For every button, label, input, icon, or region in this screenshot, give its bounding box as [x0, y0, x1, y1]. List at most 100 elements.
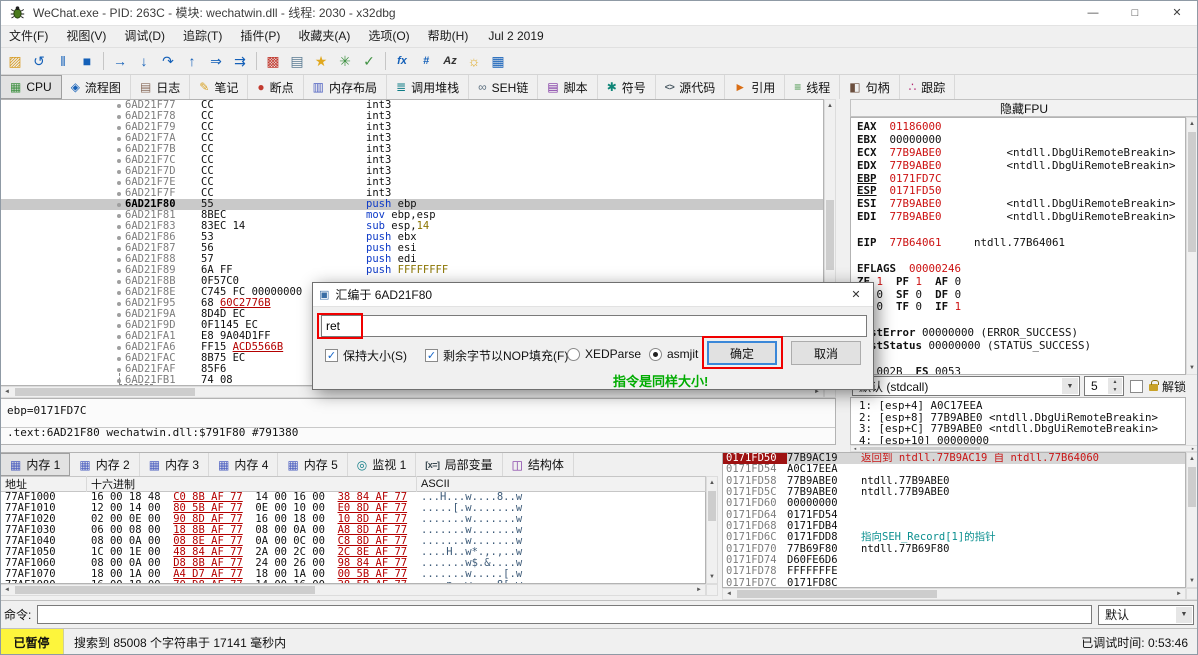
scroll-left-icon[interactable]: ◄ [1, 387, 13, 397]
scrollbar-track[interactable] [707, 489, 717, 571]
scrollbar-thumb[interactable] [1188, 132, 1196, 252]
scrollbar-thumb[interactable] [15, 586, 315, 594]
tab-内存布局[interactable]: ▥内存布局 [304, 75, 387, 99]
menu-item[interactable]: 视图(V) [57, 26, 115, 47]
keep-size-checkbox[interactable]: ✓ 保持大小(S) [325, 347, 407, 364]
stack-row[interactable]: 0171FD6C0171FDD8指向SEH_Record[1]的指针 [723, 532, 1185, 543]
tab-内存 2[interactable]: ▦内存 2 [70, 453, 139, 476]
chevron-down-icon[interactable]: ▼ [1062, 378, 1078, 394]
tab-断点[interactable]: ●断点 [248, 75, 303, 99]
tab-流程图[interactable]: ◈流程图 [62, 75, 131, 99]
highlight-icon[interactable]: ☼ [463, 50, 485, 72]
calculator-icon[interactable]: ▦ [487, 50, 509, 72]
tab-线程[interactable]: ≡线程 [785, 75, 840, 99]
dump-scrollbar[interactable]: ▲▼ [706, 476, 718, 584]
scroll-up-icon[interactable]: ▲ [1187, 118, 1197, 130]
scroll-right-icon[interactable]: ► [1189, 446, 1197, 451]
step-over-icon[interactable]: ↷ [157, 50, 179, 72]
menu-item[interactable]: 插件(P) [231, 26, 289, 47]
scroll-right-icon[interactable]: ► [1173, 589, 1185, 599]
step-out-icon[interactable]: ↑ [181, 50, 203, 72]
scroll-left-icon[interactable]: ◄ [723, 589, 735, 599]
register-line[interactable]: GS 002B FS 0053 [857, 366, 1185, 375]
scrollbar-thumb[interactable] [1188, 467, 1196, 507]
tab-符号[interactable]: ✱符号 [598, 75, 656, 99]
menu-item[interactable]: 收藏夹(A) [289, 26, 359, 47]
stop-icon[interactable]: ■ [76, 50, 98, 72]
register-line[interactable]: EIP 77B64061 ntdll.77B64061 [857, 237, 1185, 250]
maximize-button[interactable]: □ [1114, 0, 1156, 26]
registers-pane[interactable]: EAX 01186000EBX 00000000ECX 77B9ABE0 <nt… [850, 117, 1186, 375]
tab-SEH链[interactable]: ∞SEH链 [469, 75, 538, 99]
tab-日志[interactable]: ▤日志 [131, 75, 190, 99]
stack-row[interactable]: 0171FD7C0171FD8C [723, 578, 1185, 588]
function-icon[interactable]: fx [391, 50, 413, 72]
stack-args-pane[interactable]: 1: [esp+4] A0C17EEA2: [esp+8] 77B9ABE0 <… [850, 397, 1186, 445]
tab-跟踪[interactable]: ∴跟踪 [900, 75, 956, 99]
menu-item[interactable]: 文件(F) [0, 26, 57, 47]
dump-hscrollbar[interactable]: ◄► [0, 584, 706, 596]
spin-up-icon[interactable]: ▲ [1108, 378, 1122, 386]
minimize-button[interactable]: — [1072, 0, 1114, 26]
stack-arg[interactable]: 3: [esp+C] 77B9ABE0 <ntdll.DbgUiRemoteBr… [859, 423, 1185, 435]
bookmark-icon[interactable]: ★ [310, 50, 332, 72]
tab-内存 4[interactable]: ▦内存 4 [209, 453, 278, 476]
chevron-down-icon[interactable]: ▼ [1176, 607, 1192, 623]
scroll-down-icon[interactable]: ▼ [707, 571, 717, 583]
tab-内存 1[interactable]: ▦内存 1 [0, 453, 70, 476]
scrollbar-track[interactable] [13, 585, 693, 595]
command-profile-combo[interactable]: 默认 ▼ [1098, 605, 1194, 625]
ok-button[interactable]: 确定 [707, 341, 777, 365]
scrollbar-thumb[interactable] [15, 388, 195, 396]
scroll-up-icon[interactable]: ▲ [825, 100, 835, 112]
stack-pane[interactable]: 0171FD5077B9AC19返回到 ntdll.77B9AC19 自 ntd… [722, 452, 1186, 588]
check-icon[interactable]: ✓ [358, 50, 380, 72]
step-into-icon[interactable]: ↓ [133, 50, 155, 72]
scrollbar-track[interactable] [735, 589, 1173, 599]
scroll-down-icon[interactable]: ▼ [1187, 575, 1197, 587]
calling-convention-combo[interactable]: 默认 (stdcall) ▼ [852, 376, 1080, 396]
scrollbar-track[interactable] [1187, 465, 1197, 575]
scrollbar-thumb[interactable] [826, 200, 834, 270]
menu-item[interactable]: 帮助(H) [419, 26, 478, 47]
tab-CPU[interactable]: ▦CPU [0, 75, 62, 99]
scrollbar-thumb[interactable] [860, 447, 980, 450]
hide-fpu-button[interactable]: 隐藏FPU [850, 99, 1198, 117]
close-button[interactable]: ✕ [1156, 0, 1198, 26]
arg-count-spinner[interactable]: 5 ▲ ▼ [1084, 376, 1124, 396]
stack-row[interactable]: 0171FD78FFFFFFFE [723, 566, 1185, 577]
nop-fill-checkbox[interactable]: ✓ 剩余字节以NOP填充(F) [425, 347, 568, 364]
tab-监视 1[interactable]: ◎监视 1 [348, 453, 417, 476]
stack-hscrollbar[interactable]: ◄► [722, 588, 1186, 600]
scroll-right-icon[interactable]: ► [693, 585, 705, 595]
comment-icon[interactable]: ▤ [286, 50, 308, 72]
tab-内存 3[interactable]: ▦内存 3 [140, 453, 209, 476]
menu-item[interactable]: 调试(D) [115, 26, 174, 47]
scroll-left-icon[interactable]: ◄ [851, 446, 859, 451]
xedparse-radio[interactable]: XEDParse [567, 347, 641, 361]
menu-item[interactable]: 选项(O) [359, 26, 418, 47]
memory-dump-pane[interactable]: 77AF100016 00 18 48 C0 8B AF 77 14 00 16… [0, 492, 706, 584]
stack-row[interactable]: 0171FD6000000000 [723, 498, 1185, 509]
register-line[interactable]: EDI 77B9ABE0 <ntdll.DbgUiRemoteBreakin> [857, 211, 1185, 224]
scrollbar-thumb[interactable] [737, 590, 937, 598]
scroll-down-icon[interactable]: ▼ [1187, 362, 1197, 374]
animate-icon[interactable]: ⇉ [229, 50, 251, 72]
tab-脚本[interactable]: ▤脚本 [538, 75, 597, 99]
cancel-button[interactable]: 取消 [791, 341, 861, 365]
run-icon[interactable]: → [109, 50, 131, 72]
close-icon[interactable]: ✕ [839, 283, 873, 307]
assembly-input[interactable] [321, 315, 867, 337]
tab-引用[interactable]: ►引用 [725, 75, 785, 99]
command-input[interactable] [37, 605, 1092, 624]
tab-源代码[interactable]: <>源代码 [656, 75, 726, 99]
stack-scrollbar[interactable]: ▲▼ [1186, 452, 1198, 588]
settings-gears-icon[interactable]: ✳ [334, 50, 356, 72]
args-hscrollbar[interactable]: ◄► [850, 445, 1198, 452]
stack-arg[interactable]: 1: [esp+4] A0C17EEA [859, 400, 1185, 412]
restart-icon[interactable]: ↺ [28, 50, 50, 72]
register-line[interactable]: LastStatus 00000000 (STATUS_SUCCESS) [857, 340, 1185, 353]
tab-内存 5[interactable]: ▦内存 5 [278, 453, 347, 476]
hash-icon[interactable]: # [415, 50, 437, 72]
stack-arg[interactable]: 4: [esp+10] 00000000 [859, 435, 1185, 446]
